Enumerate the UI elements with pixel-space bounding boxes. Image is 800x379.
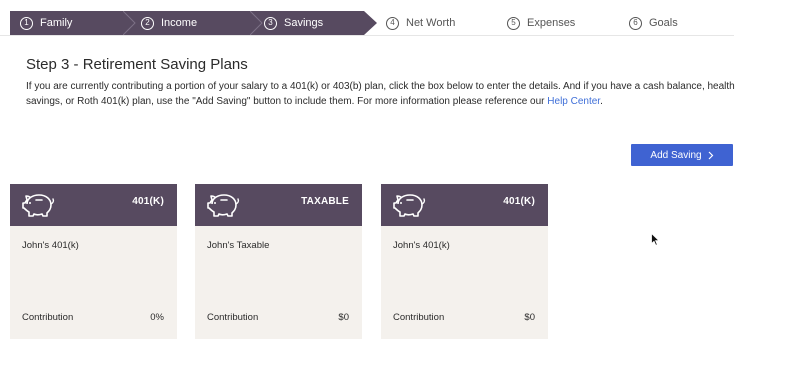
description-end: . [600, 95, 603, 107]
contribution-label: Contribution [22, 312, 74, 323]
mouse-cursor-icon [651, 233, 660, 246]
contribution-value: 0% [150, 312, 164, 323]
add-saving-label: Add Saving [650, 149, 702, 161]
step-label: Net Worth [406, 17, 456, 29]
piggy-bank-icon [207, 194, 240, 217]
step-net-worth[interactable]: 4 Net Worth [386, 11, 455, 35]
card-type: 401(K) [132, 196, 164, 207]
help-center-link[interactable]: Help Center [547, 96, 600, 107]
saving-card[interactable]: TAXABLE John's Taxable Contribution $0 [195, 184, 362, 339]
step-goals[interactable]: 6 Goals [629, 11, 678, 35]
card-header: 401(K) [381, 184, 548, 226]
page-title: Step 3 - Retirement Saving Plans [26, 56, 248, 73]
saving-card[interactable]: 401(K) John's 401(k) Contribution 0% [10, 184, 177, 339]
progress-stepper: 1 Family 2 Income 3 Savings 4 Net Worth [10, 11, 734, 35]
piggy-bank-icon [22, 194, 55, 217]
contribution-label: Contribution [207, 312, 259, 323]
step-number: 2 [141, 16, 154, 30]
step-expenses[interactable]: 5 Expenses [507, 11, 575, 35]
card-type: 401(K) [503, 196, 535, 207]
step-savings[interactable]: 3 Savings [250, 11, 378, 35]
step-number: 5 [507, 16, 520, 30]
step-number: 6 [629, 16, 642, 30]
contribution-value: $0 [338, 312, 349, 323]
card-header: TAXABLE [195, 184, 362, 226]
card-header: 401(K) [10, 184, 177, 226]
stepper-divider [0, 35, 734, 36]
step-number: 1 [20, 16, 33, 30]
contribution-value: $0 [524, 312, 535, 323]
card-name: John's Taxable [207, 240, 270, 251]
step-label: Income [161, 17, 198, 29]
card-name: John's 401(k) [393, 240, 450, 251]
saving-card[interactable]: 401(K) John's 401(k) Contribution $0 [381, 184, 548, 339]
step-label: Family [40, 17, 73, 29]
contribution-label: Contribution [393, 312, 445, 323]
card-name: John's 401(k) [22, 240, 79, 251]
description-text: If you are currently contributing a port… [26, 81, 735, 107]
step-label: Savings [284, 17, 324, 29]
step-number: 3 [264, 16, 277, 30]
piggy-bank-icon [393, 194, 426, 217]
step-number: 4 [386, 16, 399, 30]
step-income[interactable]: 2 Income [123, 11, 263, 35]
step-family[interactable]: 1 Family [10, 11, 135, 35]
chevron-right-icon [708, 151, 713, 159]
step-label: Goals [649, 17, 678, 29]
card-type: TAXABLE [301, 196, 349, 207]
step-label: Expenses [527, 17, 576, 29]
add-saving-button[interactable]: Add Saving [631, 144, 733, 166]
page-description: If you are currently contributing a port… [26, 80, 756, 109]
